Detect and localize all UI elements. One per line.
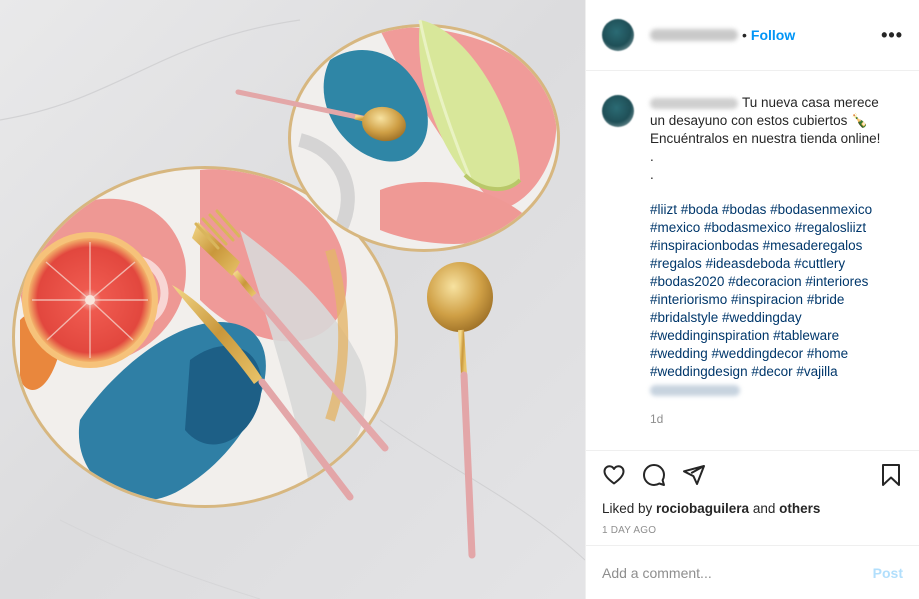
post-actions: Liked by rociobaguilera and others 1 DAY…	[586, 450, 919, 545]
caption-dot-1: .	[650, 149, 654, 164]
bookmark-icon[interactable]	[879, 463, 903, 487]
action-icons-row	[602, 461, 903, 489]
caption-line-3: Encuéntralos en nuestra tienda online!	[650, 131, 881, 146]
caption-hashtags[interactable]: #liizt #boda #bodas #bodasenmexico #mexi…	[650, 201, 902, 381]
caption-text: Tu nueva casa merece un desayuno con est…	[650, 94, 902, 428]
heart-icon[interactable]	[602, 463, 626, 487]
post-side-panel: • Follow ••• Tu nueva casa merece un des…	[585, 0, 919, 599]
liker-username-link[interactable]: rociobaguilera	[656, 501, 749, 516]
comment-icon[interactable]	[642, 463, 666, 487]
post-header: • Follow •••	[586, 0, 919, 71]
share-icon[interactable]	[682, 463, 706, 487]
author-username-blurred[interactable]	[650, 29, 738, 41]
dot-separator: •	[742, 27, 747, 43]
caption-author-avatar[interactable]	[602, 95, 634, 127]
plates-photo-illustration	[0, 0, 585, 599]
likes-others-link[interactable]: others	[779, 501, 820, 516]
author-avatar[interactable]	[602, 19, 634, 51]
caption-line-1: Tu nueva casa merece	[650, 94, 902, 112]
tagged-account-blurred[interactable]	[650, 385, 740, 396]
likes-prefix: Liked by	[602, 501, 657, 516]
caption-dot-2: .	[650, 167, 654, 182]
likes-middle: and	[749, 501, 780, 516]
post-date[interactable]: 1 DAY AGO	[602, 525, 903, 536]
post-image[interactable]	[0, 0, 585, 599]
caption-area: Tu nueva casa merece un desayuno con est…	[586, 72, 919, 450]
caption-author-username-blurred[interactable]	[650, 97, 738, 109]
comment-input[interactable]	[602, 564, 873, 581]
follow-button[interactable]: Follow	[751, 27, 795, 43]
caption-time-ago: 1d	[650, 412, 664, 426]
likes-summary: Liked by rociobaguilera and others	[602, 501, 903, 516]
post-comment-button[interactable]: Post	[873, 565, 903, 581]
more-options-icon[interactable]: •••	[881, 26, 903, 44]
caption-row: Tu nueva casa merece un desayuno con est…	[602, 94, 903, 428]
comment-bar: Post	[586, 545, 919, 599]
caption-line-2: un desayuno con estos cubiertos 🍾	[650, 113, 868, 128]
